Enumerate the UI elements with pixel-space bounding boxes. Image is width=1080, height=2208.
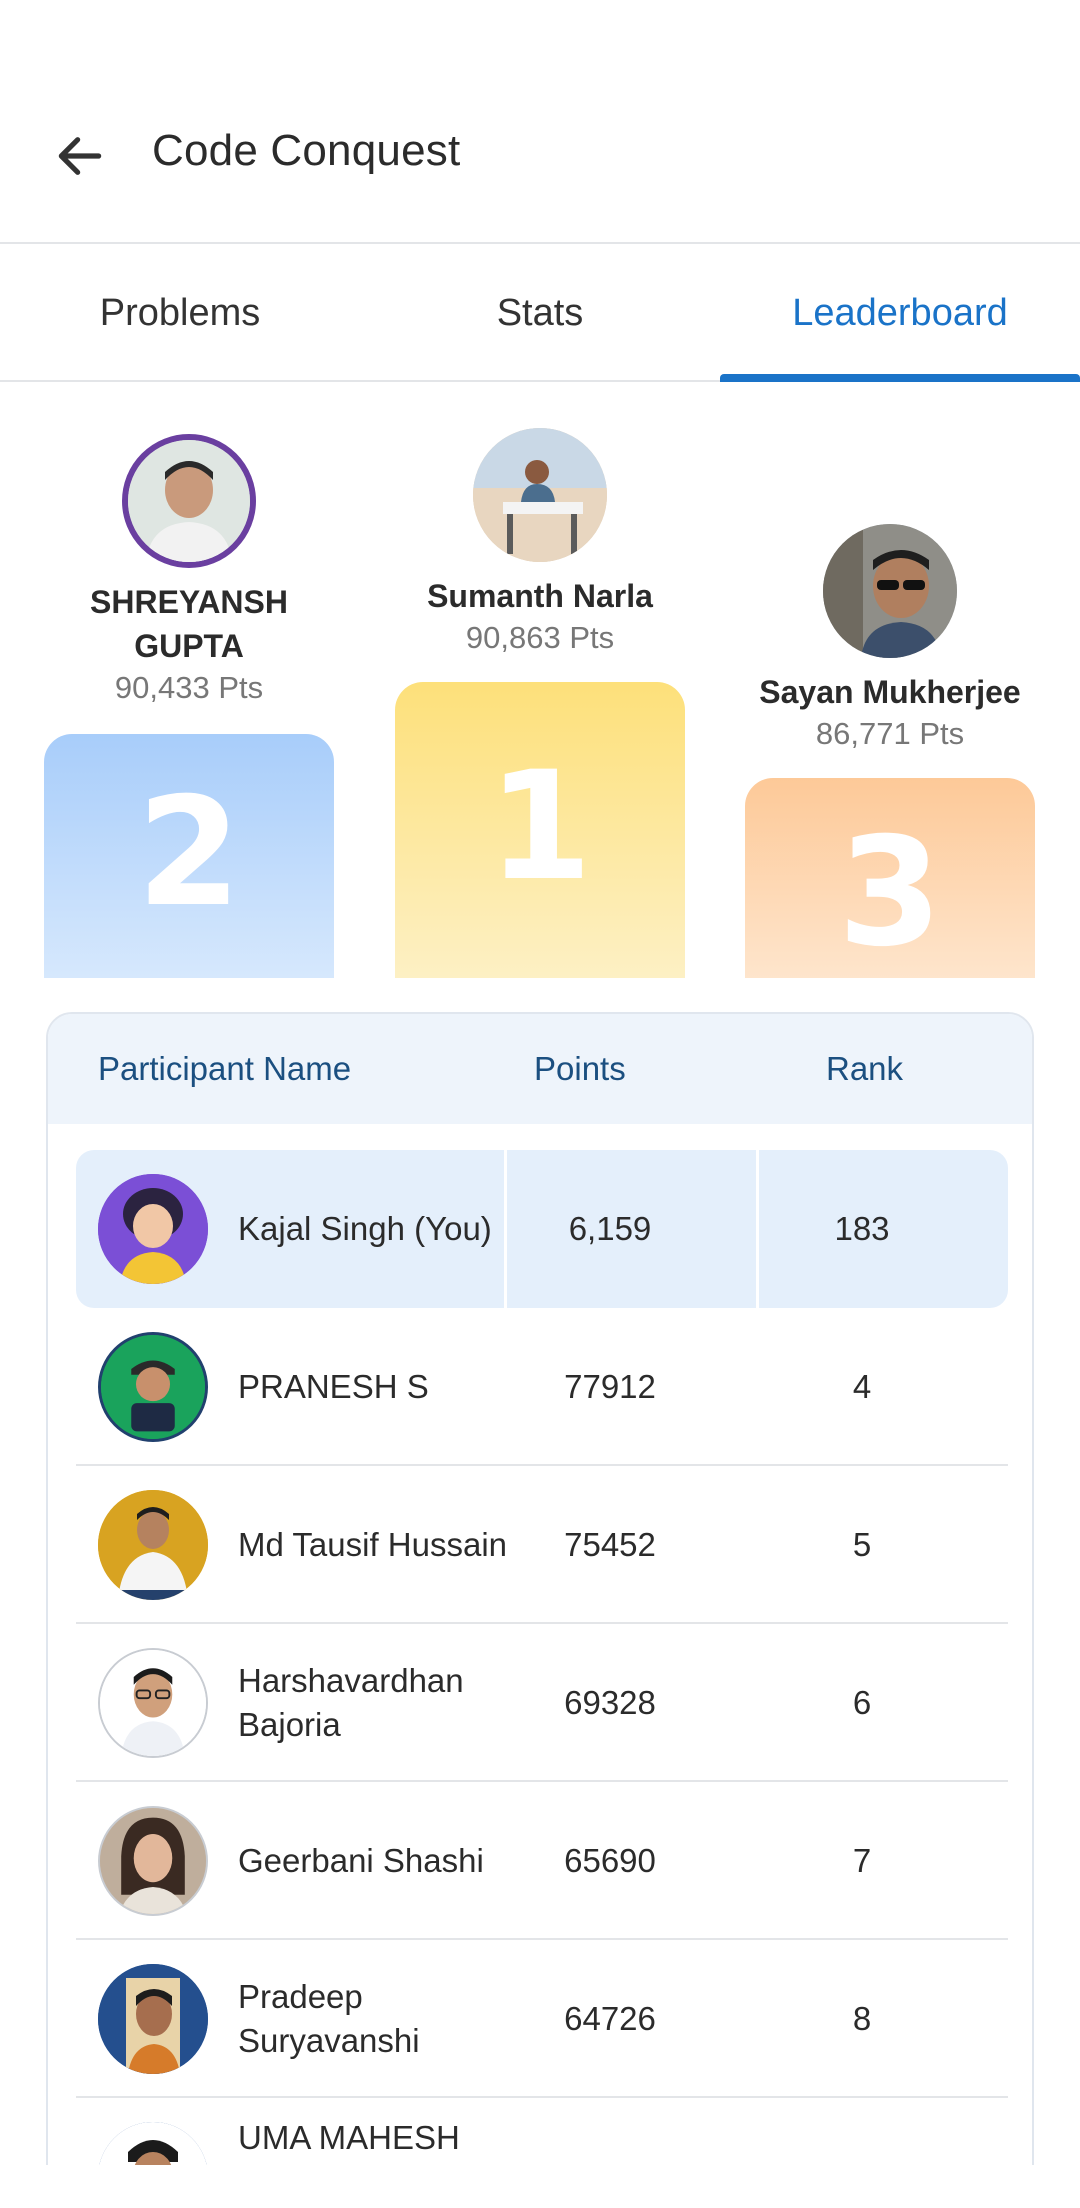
participant-name: Kajal Singh (You) bbox=[238, 1210, 492, 1247]
participant-points: 77912 bbox=[564, 1368, 656, 1405]
avatar bbox=[122, 434, 256, 568]
person-photo-icon bbox=[823, 524, 957, 658]
participant-rank: 4 bbox=[852, 1368, 872, 1405]
avatar bbox=[823, 524, 957, 658]
participant-points: 64726 bbox=[564, 2000, 656, 2037]
podium-block-third: 3 bbox=[745, 778, 1035, 978]
table-row-current-user[interactable]: Kajal Singh (You) 6,159 183 bbox=[76, 1150, 1008, 1308]
podium-first[interactable]: Sumanth Narla 90,863 Pts bbox=[395, 428, 685, 658]
cartoon-avatar-icon bbox=[98, 1174, 208, 1284]
tab-problems[interactable]: Problems bbox=[0, 246, 360, 380]
person-photo-icon bbox=[128, 440, 250, 562]
participant-points: 65690 bbox=[564, 1842, 656, 1879]
podium-name: Sayan Mukherjee bbox=[759, 674, 1021, 710]
avatar bbox=[98, 1174, 208, 1284]
table-row[interactable]: Md Tausif Hussain 75452 5 bbox=[76, 1466, 1008, 1624]
podium-place-number: 1 bbox=[487, 740, 593, 914]
podium-place-number: 3 bbox=[837, 806, 943, 980]
top-app-bar: Code Conquest bbox=[0, 0, 1080, 244]
column-header-name: Participant Name bbox=[98, 1050, 352, 1087]
table-row[interactable]: Geerbani Shashi 65690 7 bbox=[76, 1782, 1008, 1940]
person-photo-icon bbox=[98, 1490, 208, 1600]
podium-points: 90,433 Pts bbox=[114, 670, 264, 705]
podium-place-number: 2 bbox=[136, 766, 242, 940]
podium-name: SHREYANSH GUPTA bbox=[90, 584, 288, 664]
participant-rank: 183 bbox=[834, 1210, 890, 1247]
podium-second[interactable]: SHREYANSH GUPTA 90,433 Pts bbox=[44, 434, 334, 708]
participant-rank: 8 bbox=[852, 2000, 872, 2037]
participant-points: 75452 bbox=[564, 1526, 656, 1563]
person-photo-icon bbox=[100, 1650, 206, 1756]
column-header-points: Points bbox=[534, 1050, 626, 1087]
participant-rank: 7 bbox=[852, 1842, 872, 1879]
participant-name: Md Tausif Hussain bbox=[238, 1526, 508, 1563]
participant-points: 6,159 bbox=[568, 1210, 652, 1247]
avatar bbox=[98, 1648, 208, 1758]
participant-name: Pradeep Suryavanshi bbox=[238, 1978, 420, 2059]
back-button[interactable] bbox=[48, 124, 112, 188]
column-header-rank: Rank bbox=[826, 1050, 904, 1087]
table-header: Participant Name Points Rank bbox=[48, 1014, 1032, 1124]
leaderboard-podium: SHREYANSH GUPTA 90,433 Pts Sumanth Narla… bbox=[0, 384, 1080, 978]
avatar bbox=[98, 1332, 208, 1442]
leaderboard-table: Participant Name Points Rank Kajal Singh… bbox=[46, 1012, 1034, 2208]
podium-points: 86,771 Pts bbox=[815, 716, 965, 751]
podium-block-first: 1 bbox=[395, 682, 685, 978]
participant-rank: 5 bbox=[852, 1526, 872, 1563]
arrow-left-icon bbox=[58, 137, 102, 175]
page-title: Code Conquest bbox=[152, 126, 461, 175]
tab-bar: Problems Stats Leaderboard bbox=[0, 246, 1080, 382]
table-row[interactable]: Pradeep Suryavanshi 64726 8 bbox=[76, 1940, 1008, 2098]
avatar bbox=[473, 428, 607, 562]
avatar bbox=[98, 1964, 208, 2074]
participant-name: Geerbani Shashi bbox=[238, 1842, 484, 1879]
podium-name: Sumanth Narla bbox=[427, 578, 653, 614]
person-photo-icon bbox=[100, 1808, 206, 1914]
podium-third[interactable]: Sayan Mukherjee 86,771 Pts bbox=[745, 524, 1035, 754]
person-photo-icon bbox=[98, 1964, 208, 2074]
table-row[interactable]: Harshavardhan Bajoria 69328 6 bbox=[76, 1624, 1008, 1782]
participant-name: Harshavardhan Bajoria bbox=[238, 1662, 464, 1743]
tab-leaderboard[interactable]: Leaderboard bbox=[720, 246, 1080, 382]
avatar bbox=[98, 1490, 208, 1600]
avatar bbox=[98, 1806, 208, 1916]
app-screen: Code Conquest Problems Stats Leaderboard… bbox=[0, 0, 1080, 2208]
podium-points: 90,863 Pts bbox=[465, 620, 615, 655]
podium-block-second: 2 bbox=[44, 734, 334, 978]
participant-rank: 6 bbox=[852, 1684, 872, 1721]
person-photo-icon bbox=[473, 428, 607, 562]
tab-stats[interactable]: Stats bbox=[360, 246, 720, 380]
screen-bottom-edge bbox=[0, 2165, 1080, 2208]
table-row[interactable]: PRANESH S 77912 4 bbox=[76, 1308, 1008, 1466]
participant-points: 69328 bbox=[564, 1684, 656, 1721]
participant-name: PRANESH S bbox=[238, 1368, 429, 1405]
cartoon-avatar-icon bbox=[101, 1335, 205, 1439]
